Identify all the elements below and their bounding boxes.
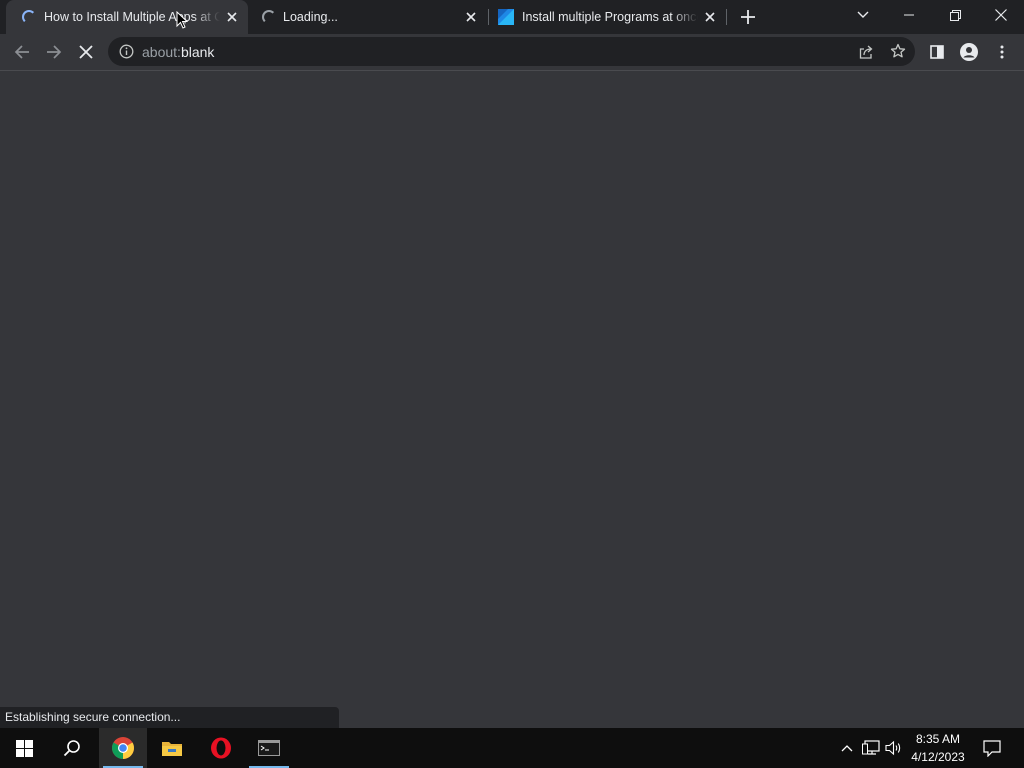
close-icon[interactable] <box>464 10 478 24</box>
close-icon[interactable] <box>703 10 717 24</box>
loading-spinner-icon <box>22 10 36 24</box>
taskbar: 8:35 AM 4/12/2023 <box>0 728 1024 768</box>
loading-spinner-icon <box>262 10 276 24</box>
volume-icon[interactable] <box>883 728 905 768</box>
clock-date: 4/12/2023 <box>911 750 965 764</box>
close-window-button[interactable] <box>978 0 1024 30</box>
page-content <box>0 71 1024 707</box>
tab-title: How to Install Multiple Apps at Once <box>44 10 220 24</box>
site-favicon-icon <box>498 9 514 25</box>
tab-3[interactable]: Install multiple Programs at once <box>489 0 727 34</box>
url-text[interactable]: about:blank <box>142 44 214 60</box>
folder-icon <box>162 742 182 756</box>
minimize-button[interactable] <box>886 0 932 30</box>
taskbar-terminal-button[interactable] <box>245 728 293 768</box>
taskbar-chrome-button[interactable] <box>99 728 147 768</box>
back-button[interactable] <box>8 38 36 66</box>
close-icon[interactable] <box>225 10 239 24</box>
start-button[interactable] <box>0 728 48 768</box>
tab-1[interactable]: How to Install Multiple Apps at Once <box>6 0 248 34</box>
terminal-icon <box>258 740 280 756</box>
opera-icon <box>211 737 231 759</box>
taskbar-file-explorer-button[interactable] <box>148 728 196 768</box>
toolbar: about:blank <box>0 34 1024 71</box>
profile-avatar-button[interactable] <box>955 38 983 66</box>
network-icon[interactable] <box>860 728 882 768</box>
mouse-cursor-icon <box>176 10 189 29</box>
address-bar[interactable]: about:blank <box>108 37 915 66</box>
tab-title: Install multiple Programs at once <box>522 10 698 24</box>
stop-loading-button[interactable] <box>72 38 100 66</box>
bookmark-star-icon[interactable] <box>890 43 906 59</box>
tab-divider <box>726 9 727 25</box>
menu-kebab-icon[interactable] <box>988 38 1016 66</box>
clock-time: 8:35 AM <box>915 732 961 746</box>
tab-strip: How to Install Multiple Apps at Once Loa… <box>0 0 1024 34</box>
share-icon[interactable] <box>858 44 874 60</box>
tab-title: Loading... <box>283 10 338 24</box>
info-icon[interactable] <box>119 44 134 59</box>
search-button[interactable] <box>48 728 96 768</box>
status-bubble: Establishing secure connection... <box>0 707 339 728</box>
forward-button[interactable] <box>40 38 68 66</box>
url-host: blank <box>180 44 215 60</box>
url-scheme: about: <box>142 44 181 60</box>
restore-button[interactable] <box>932 0 978 30</box>
side-panel-button[interactable] <box>923 38 951 66</box>
chrome-icon <box>112 737 134 759</box>
new-tab-button[interactable] <box>734 3 762 31</box>
tab-search-button[interactable] <box>840 0 886 30</box>
action-center-icon[interactable] <box>980 728 1004 768</box>
system-clock[interactable]: 8:35 AM 4/12/2023 <box>906 730 970 766</box>
tab-2[interactable]: Loading... <box>248 0 488 34</box>
taskbar-opera-button[interactable] <box>197 728 245 768</box>
show-hidden-icons-chevron-icon[interactable] <box>836 728 858 768</box>
